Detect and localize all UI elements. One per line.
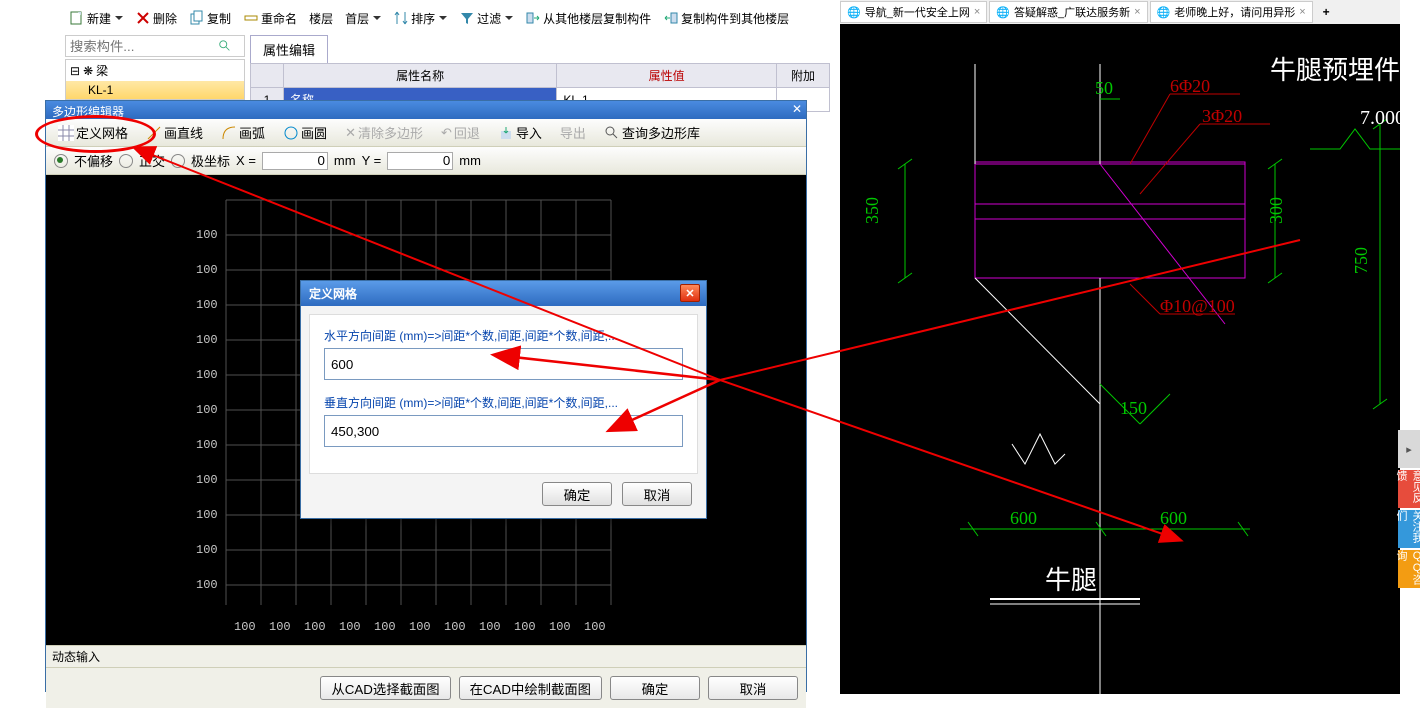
new-tab-button[interactable]: + [1315, 3, 1338, 21]
attribute-tab[interactable]: 属性编辑 [250, 35, 328, 63]
tree-root-label: 梁 [96, 62, 108, 79]
svg-text:300: 300 [1266, 197, 1286, 224]
component-search-input[interactable] [66, 37, 214, 55]
y-input[interactable] [387, 152, 453, 170]
col-value: 属性值 [557, 64, 777, 88]
import-button[interactable]: 导入 [494, 123, 546, 142]
svg-text:750: 750 [1351, 247, 1371, 274]
badge-feedback[interactable]: 意见反馈 [1398, 470, 1420, 508]
radio-no-offset[interactable] [54, 154, 68, 168]
undo-button[interactable]: ↶回退 [437, 123, 484, 142]
col-extra: 附加 [777, 64, 830, 88]
cad-draw-button[interactable]: 在CAD中绘制截面图 [459, 676, 602, 700]
dialog-titlebar: 定义网格 ✕ [301, 281, 706, 306]
cad-select-button[interactable]: 从CAD选择截面图 [320, 676, 450, 700]
tab-3[interactable]: 🌐老师晚上好，请问用异形× [1150, 1, 1313, 23]
copy-from-button[interactable]: 从其他楼层复制构件 [521, 10, 655, 27]
rename-button[interactable]: 重命名 [239, 10, 301, 27]
svg-text:50: 50 [1095, 78, 1113, 98]
vertical-spacing-input[interactable] [324, 415, 683, 447]
x-input[interactable] [262, 152, 328, 170]
tab-1[interactable]: 🌐导航_新一代安全上网× [840, 1, 987, 23]
floor-select[interactable]: 首层 [341, 10, 385, 27]
vertical-spacing-label: 垂直方向间距 (mm)=>间距*个数,间距,间距*个数,间距,... [324, 394, 683, 411]
cad-title: 牛腿预埋件 [1270, 56, 1400, 85]
svg-text:3Φ20: 3Φ20 [1202, 106, 1242, 126]
cancel-button[interactable]: 取消 [708, 676, 798, 700]
define-grid-button[interactable]: 定义网格 [54, 123, 132, 142]
tab-2[interactable]: 🌐答疑解惑_广联达服务新× [989, 1, 1147, 23]
floor-label: 楼层 [305, 10, 337, 27]
dialog-close-button[interactable]: ✕ [680, 284, 700, 302]
draw-arc-button[interactable]: 画弧 [217, 123, 269, 142]
offset-bar: 不偏移 正交 极坐标 X = mm Y = mm [46, 147, 806, 175]
dialog-cancel-button[interactable]: 取消 [622, 482, 692, 506]
cad-panel: 🌐导航_新一代安全上网× 🌐答疑解惑_广联达服务新× 🌐老师晚上好，请问用异形×… [840, 0, 1400, 694]
copy-button[interactable]: 复制 [185, 10, 235, 27]
beam-icon: ❋ [83, 64, 93, 78]
tree-item-label: KL-1 [88, 83, 113, 97]
filter-button[interactable]: 过滤 [455, 10, 517, 27]
export-button[interactable]: 导出 [556, 123, 590, 142]
svg-text:350: 350 [862, 197, 882, 224]
horizontal-spacing-input[interactable] [324, 348, 683, 380]
col-rownum [251, 64, 284, 88]
new-button[interactable]: 新建 [65, 10, 127, 27]
svg-text:7.000: 7.000 [1360, 107, 1400, 129]
tree-item-kl1[interactable]: KL-1 [66, 81, 244, 99]
cad-drawing: 牛腿预埋件 牛腿 6Φ20 3Φ20 Φ10@100 50 350 300 75… [840, 24, 1400, 694]
badge-gray[interactable]: ▸ [1398, 430, 1420, 468]
polygon-editor-titlebar: 多边形编辑器 ✕ [46, 101, 806, 119]
tree-root-beam[interactable]: ⊟ ❋ 梁 [66, 60, 244, 81]
badge-qq[interactable]: QQ咨询 [1398, 550, 1420, 588]
define-grid-dialog: 定义网格 ✕ 水平方向间距 (mm)=>间距*个数,间距,间距*个数,间距,..… [300, 280, 707, 519]
delete-button[interactable]: 删除 [131, 10, 181, 27]
horizontal-spacing-label: 水平方向间距 (mm)=>间距*个数,间距,间距*个数,间距,... [324, 327, 683, 344]
tab-close-icon[interactable]: × [974, 6, 980, 18]
svg-text:600: 600 [1010, 508, 1037, 528]
svg-text:6Φ20: 6Φ20 [1170, 76, 1210, 96]
draw-circle-button[interactable]: 画圆 [279, 123, 331, 142]
close-icon[interactable]: ✕ [792, 102, 802, 116]
search-icon[interactable] [214, 36, 236, 56]
component-tree-panel: ⊟ ❋ 梁 KL-1 [65, 35, 245, 100]
dialog-ok-button[interactable]: 确定 [542, 482, 612, 506]
svg-text:Φ10@100: Φ10@100 [1160, 296, 1235, 316]
ok-button[interactable]: 确定 [610, 676, 700, 700]
copy-to-button[interactable]: 复制构件到其他楼层 [659, 10, 793, 27]
draw-line-button[interactable]: 画直线 [142, 123, 207, 142]
radio-ortho[interactable] [119, 154, 133, 168]
side-badges: ▸ 意见反馈 关注我们 QQ咨询 [1398, 430, 1420, 590]
polygon-toolbar: 定义网格 画直线 画弧 画圆 ✕清除多边形 ↶回退 导入 导出 查询多边形库 [46, 119, 806, 147]
col-name: 属性名称 [284, 64, 557, 88]
tab-close-icon[interactable]: × [1299, 6, 1305, 18]
tree-collapse-icon[interactable]: ⊟ [70, 64, 80, 78]
clear-polygon-button[interactable]: ✕清除多边形 [341, 123, 427, 142]
sort-button[interactable]: 排序 [389, 10, 451, 27]
query-polygon-button[interactable]: 查询多边形库 [600, 123, 704, 142]
badge-follow[interactable]: 关注我们 [1398, 510, 1420, 548]
main-toolbar: 新建 删除 复制 重命名 楼层 首层 排序 过滤 从其他楼层复制构件 复制构件到… [65, 5, 793, 31]
cad-label2: 牛腿 [1045, 566, 1097, 595]
tab-close-icon[interactable]: × [1134, 6, 1140, 18]
svg-text:150: 150 [1120, 398, 1147, 418]
svg-text:600: 600 [1160, 508, 1187, 528]
dynamic-input-label: 动态输入 [46, 645, 806, 667]
radio-polar[interactable] [171, 154, 185, 168]
browser-tabs: 🌐导航_新一代安全上网× 🌐答疑解惑_广联达服务新× 🌐老师晚上好，请问用异形×… [840, 0, 1400, 24]
